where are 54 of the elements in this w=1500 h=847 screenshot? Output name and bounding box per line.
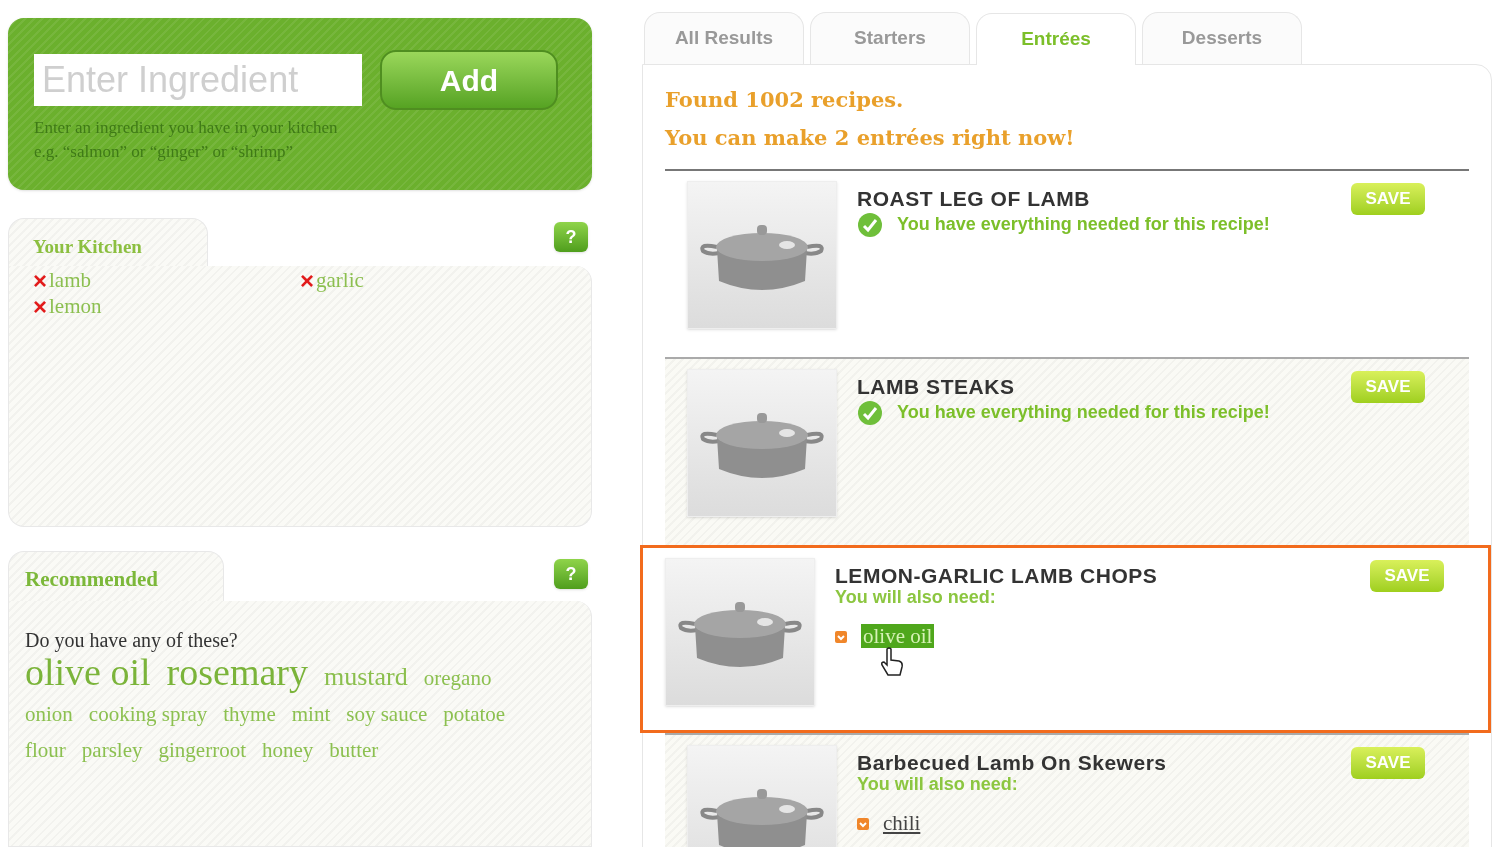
save-button[interactable]: SAVE (1370, 560, 1444, 592)
hand-cursor-icon (879, 647, 905, 677)
ingredient-tag[interactable]: soy sauce (346, 702, 428, 727)
recipe-title: LAMB STEAKS (857, 374, 1015, 400)
ingredient-name: garlic (316, 267, 364, 295)
status-message: You will also need: (857, 773, 1019, 796)
check-icon (857, 399, 883, 426)
ingredient-tag[interactable]: butter (329, 738, 379, 763)
recommended-title: Recommended (25, 567, 158, 592)
hint-text: e.g. “salmon” or “ginger” or “shrimp” (34, 141, 295, 163)
ingredient-tag[interactable]: mustard (324, 662, 408, 692)
ingredient-tag[interactable]: rosemary (166, 651, 308, 694)
question-text: Do you have any of these? (25, 628, 239, 654)
save-button[interactable]: SAVE (1351, 183, 1425, 215)
recipe-title: Barbecued Lamb On Skewers (857, 750, 1167, 776)
save-button[interactable]: SAVE (1351, 371, 1425, 403)
check-icon (857, 211, 883, 238)
ingredient-name: lamb (49, 267, 91, 295)
bullet-icon (835, 630, 847, 643)
help-button[interactable]: ? (554, 222, 588, 252)
ingredient-tag[interactable]: gingerroot (158, 738, 246, 763)
summary-text: Found 1002 recipes. (665, 86, 905, 114)
ingredient-tag[interactable]: onion (25, 702, 73, 727)
ingredient-tag[interactable]: mint (291, 702, 331, 727)
ingredient-name: lemon (49, 293, 102, 321)
recipe-title: LEMON-GARLIC LAMB CHOPS (835, 563, 1158, 589)
ingredient-tag[interactable]: honey (261, 738, 314, 763)
status-message: You have everything needed for this recipe! (897, 401, 1270, 424)
hint-text: Enter an ingredient you have in your kitchen (34, 117, 339, 139)
category-tab[interactable]: Entrées (976, 13, 1136, 65)
ingredient-tag[interactable]: parsley (81, 738, 143, 763)
summary-text: You can make 2 entrées right now! (665, 124, 1076, 152)
ingredient-tag[interactable]: potatoe (443, 702, 506, 727)
recipe-title: ROAST LEG OF LAMB (857, 186, 1090, 212)
category-tab[interactable]: Starters (810, 12, 970, 64)
remove-button[interactable]: × (300, 269, 314, 293)
add-button[interactable]: Add (380, 50, 558, 110)
needed-ingredient-link[interactable]: chili (883, 811, 921, 835)
category-tab[interactable]: All Results (644, 12, 804, 64)
ingredient-tag[interactable]: oregano (423, 666, 492, 691)
remove-button[interactable]: × (33, 295, 47, 319)
kitchen-title: Your Kitchen (33, 236, 142, 257)
ingredient-tag[interactable]: olive oil (25, 651, 151, 694)
bullet-icon (857, 817, 869, 830)
remove-button[interactable]: × (33, 269, 47, 293)
status-message: You will also need: (835, 586, 997, 609)
status-message: You have everything needed for this recipe! (897, 213, 1270, 236)
ingredient-tag[interactable]: thyme (223, 702, 276, 727)
needed-ingredient-link[interactable]: olive oil (861, 624, 935, 648)
ingredient-tag[interactable]: flour (25, 738, 66, 763)
category-tab[interactable]: Desserts (1142, 12, 1302, 64)
ingredient-tag[interactable]: cooking spray (88, 702, 208, 727)
save-button[interactable]: SAVE (1351, 747, 1425, 779)
help-button[interactable]: ? (554, 559, 588, 590)
